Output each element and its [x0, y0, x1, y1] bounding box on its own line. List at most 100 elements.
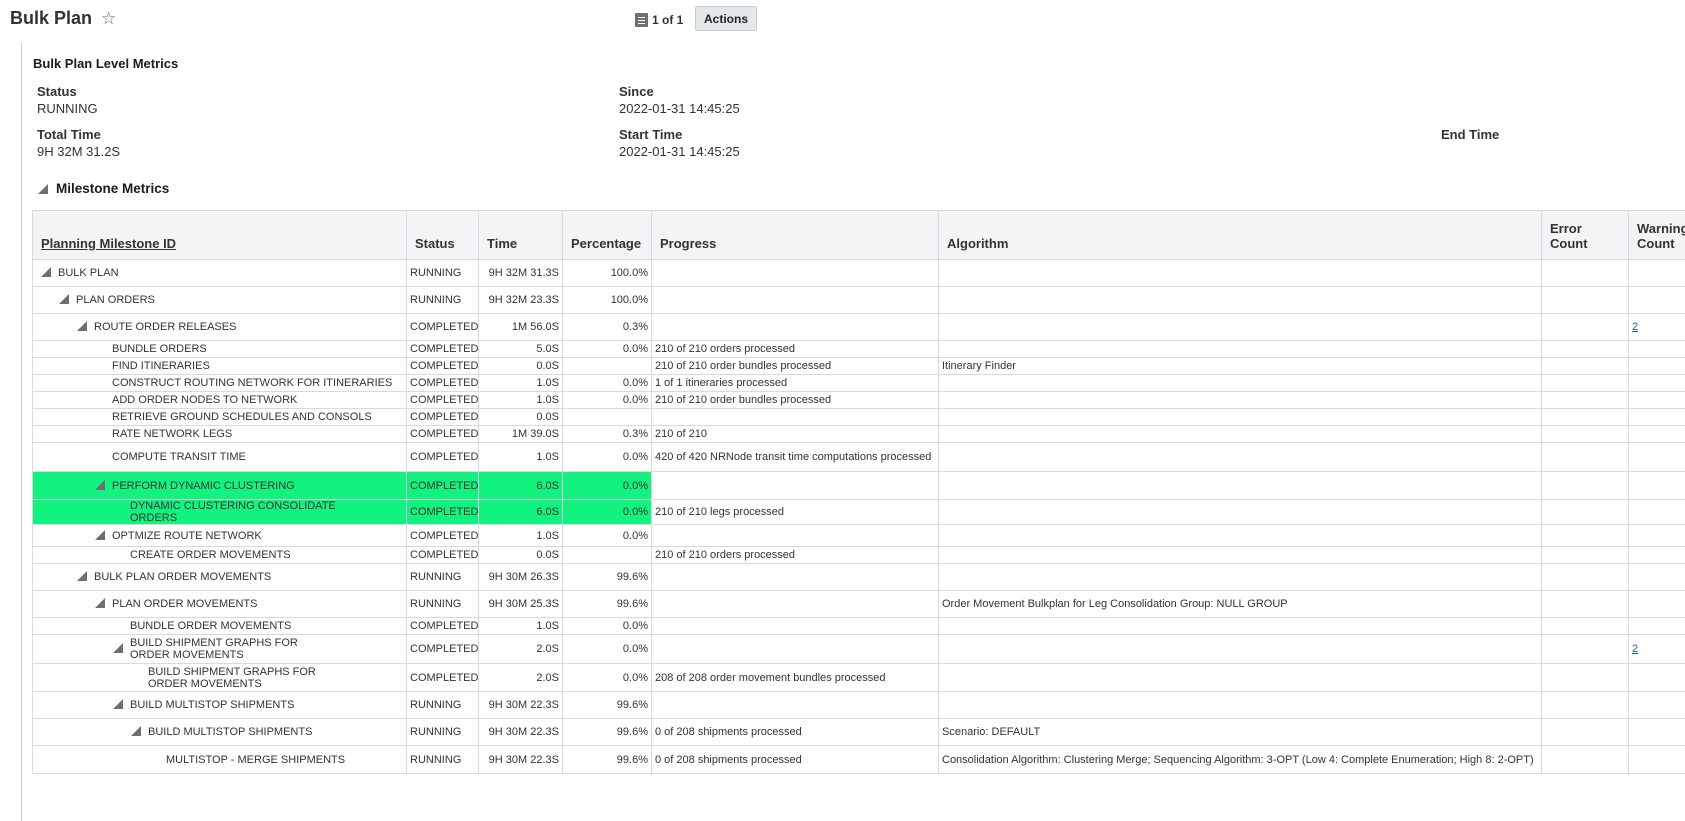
column-header-progress[interactable]: Progress [651, 210, 939, 260]
collapse-triangle-icon[interactable] [41, 267, 51, 277]
percentage-cell: 99.6% [562, 590, 652, 618]
algorithm-cell [938, 524, 1542, 547]
table-row[interactable]: CREATE ORDER MOVEMENTS COMPLETED 0.0S 210 o… [32, 546, 1685, 564]
actions-button[interactable]: Actions [695, 6, 757, 31]
table-row[interactable]: BULK PLAN RUNNING 9H 32M 31.3S 100.0% [32, 259, 1685, 287]
table-row[interactable]: ADD ORDER NODES TO NETWORK COMPLETED 1.0S 0… [32, 391, 1685, 409]
collapse-triangle-icon[interactable] [95, 598, 105, 608]
table-row[interactable]: FIND ITINERARIES COMPLETED 0.0S 210 of 210 … [32, 357, 1685, 375]
percentage-cell [562, 546, 652, 564]
end-time-label: End Time [1441, 127, 1500, 142]
table-row[interactable]: OPTMIZE ROUTE NETWORK COMPLETED 1.0S 0.0% [32, 524, 1685, 547]
column-header-time[interactable]: Time [478, 210, 563, 260]
table-row[interactable]: BUILD SHIPMENT GRAPHS FOR ORDER MOVEMENT… [32, 634, 1685, 664]
warning-count-cell [1628, 524, 1685, 547]
table-row[interactable]: DYNAMIC CLUSTERING CONSOLIDATE ORDERS COM… [32, 499, 1685, 525]
column-header-status[interactable]: Status [406, 210, 479, 260]
column-header-error-count[interactable]: Error Count [1541, 210, 1629, 260]
warning-count-link[interactable]: 2 [1632, 321, 1638, 333]
time-cell: 6.0S [478, 471, 563, 500]
algorithm-cell [938, 663, 1542, 692]
since-label: Since [619, 84, 654, 99]
time-cell: 9H 32M 31.3S [478, 259, 563, 287]
warning-count-cell [1628, 408, 1685, 426]
table-row[interactable]: MULTISTOP - MERGE SHIPMENTS RUNNING 9H 30M… [32, 745, 1685, 774]
status-cell: RUNNING [406, 691, 479, 719]
milestone-table-body: BULK PLAN RUNNING 9H 32M 31.3S 100.0% PLAN O… [32, 259, 1685, 774]
milestone-id-cell: ROUTE ORDER RELEASES [32, 313, 407, 341]
warning-count-link[interactable]: 2 [1632, 643, 1638, 655]
time-cell: 0.0S [478, 546, 563, 564]
algorithm-cell [938, 286, 1542, 314]
time-cell: 2.0S [478, 634, 563, 664]
milestone-name: RETRIEVE GROUND SCHEDULES AND CONSOLS [112, 411, 372, 423]
page-title: Bulk Plan [10, 8, 93, 28]
collapse-triangle-icon[interactable] [113, 699, 123, 709]
table-row[interactable]: RATE NETWORK LEGS COMPLETED 1M 39.0S 0.3% 21… [32, 425, 1685, 443]
progress-cell: 0 of 208 shipments processed [651, 718, 939, 746]
error-count-cell [1541, 745, 1629, 774]
time-cell: 9H 32M 23.3S [478, 286, 563, 314]
table-row[interactable]: BUNDLE ORDERS COMPLETED 5.0S 0.0% 210 of 210… [32, 340, 1685, 358]
status-cell: RUNNING [406, 259, 479, 287]
column-header-milestone-id[interactable]: Planning Milestone ID [32, 210, 407, 260]
table-row[interactable]: BUILD MULTISTOP SHIPMENTS RUNNING 9H 30M 2… [32, 718, 1685, 746]
milestone-id-cell: BUILD SHIPMENT GRAPHS FOR ORDER MOVEMENT… [32, 663, 407, 692]
collapse-triangle-icon[interactable] [59, 294, 69, 304]
column-header-algorithm[interactable]: Algorithm [938, 210, 1542, 260]
algorithm-cell: Scenario: DEFAULT [938, 718, 1542, 746]
collapse-triangle-icon[interactable] [113, 642, 123, 653]
progress-cell [651, 286, 939, 314]
table-row[interactable]: BULK PLAN ORDER MOVEMENTS RUNNING 9H 30M 2… [32, 563, 1685, 591]
table-row[interactable]: PERFORM DYNAMIC CLUSTERING COMPLETED 6.0S 0… [32, 471, 1685, 500]
error-count-cell [1541, 286, 1629, 314]
collapse-triangle-icon[interactable] [95, 529, 105, 540]
list-icon[interactable] [635, 13, 648, 27]
status-cell: COMPLETED [406, 391, 479, 409]
collapse-triangle-icon[interactable] [77, 571, 87, 581]
milestone-name: OPTMIZE ROUTE NETWORK [112, 529, 262, 542]
table-row[interactable]: CONSTRUCT ROUTING NETWORK FOR ITINERARIE… [32, 374, 1685, 392]
progress-cell: 210 of 210 orders processed [651, 340, 939, 358]
milestone-id-cell: RATE NETWORK LEGS [32, 425, 407, 443]
warning-count-cell [1628, 691, 1685, 719]
table-row[interactable]: BUNDLE ORDER MOVEMENTS COMPLETED 1.0S 0.0% [32, 617, 1685, 635]
column-header-milestone-id-label[interactable]: Planning Milestone ID [41, 236, 176, 251]
algorithm-cell [938, 634, 1542, 664]
milestone-name: BUNDLE ORDERS [112, 343, 207, 355]
content-border [21, 43, 22, 821]
collapse-triangle-icon[interactable] [77, 321, 87, 331]
collapse-triangle-icon[interactable] [95, 479, 105, 490]
error-count-cell [1541, 663, 1629, 692]
milestone-id-cell: BUNDLE ORDER MOVEMENTS [32, 617, 407, 635]
table-row[interactable]: BUILD MULTISTOP SHIPMENTS RUNNING 9H 30M 2… [32, 691, 1685, 719]
time-cell: 9H 30M 26.3S [478, 563, 563, 591]
status-cell: COMPLETED [406, 471, 479, 500]
collapse-triangle-icon[interactable] [131, 726, 141, 736]
column-header-warning-count[interactable]: Warning Count [1628, 210, 1685, 260]
total-time-label: Total Time [37, 127, 101, 142]
percentage-cell [562, 357, 652, 375]
column-header-percentage[interactable]: Percentage [562, 210, 652, 260]
percentage-cell: 0.0% [562, 663, 652, 692]
percentage-cell: 99.6% [562, 563, 652, 591]
table-row[interactable]: ROUTE ORDER RELEASES COMPLETED 1M 56.0S 0.3… [32, 313, 1685, 341]
error-count-cell [1541, 259, 1629, 287]
table-row[interactable]: BUILD SHIPMENT GRAPHS FOR ORDER MOVEMENT… [32, 663, 1685, 692]
table-row[interactable]: COMPUTE TRANSIT TIME COMPLETED 1.0S 0.0% 420… [32, 442, 1685, 472]
percentage-cell: 0.0% [562, 471, 652, 500]
milestone-id-cell: BUILD MULTISTOP SHIPMENTS [32, 718, 407, 746]
status-cell: COMPLETED [406, 634, 479, 664]
table-row[interactable]: PLAN ORDER MOVEMENTS RUNNING 9H 30M 25.3S 9… [32, 590, 1685, 618]
favorite-star-icon[interactable]: ☆ [101, 9, 116, 29]
status-cell: RUNNING [406, 745, 479, 774]
table-row[interactable]: RETRIEVE GROUND SCHEDULES AND CONSOLS COM… [32, 408, 1685, 426]
percentage-cell: 100.0% [562, 259, 652, 287]
milestone-name: PLAN ORDER MOVEMENTS [112, 598, 258, 610]
milestone-metrics-header[interactable]: Milestone Metrics [38, 181, 169, 196]
algorithm-cell [938, 425, 1542, 443]
status-cell: RUNNING [406, 563, 479, 591]
progress-cell: 1 of 1 itineraries processed [651, 374, 939, 392]
table-row[interactable]: PLAN ORDERS RUNNING 9H 32M 23.3S 100.0% [32, 286, 1685, 314]
collapse-triangle-icon[interactable] [38, 183, 48, 194]
